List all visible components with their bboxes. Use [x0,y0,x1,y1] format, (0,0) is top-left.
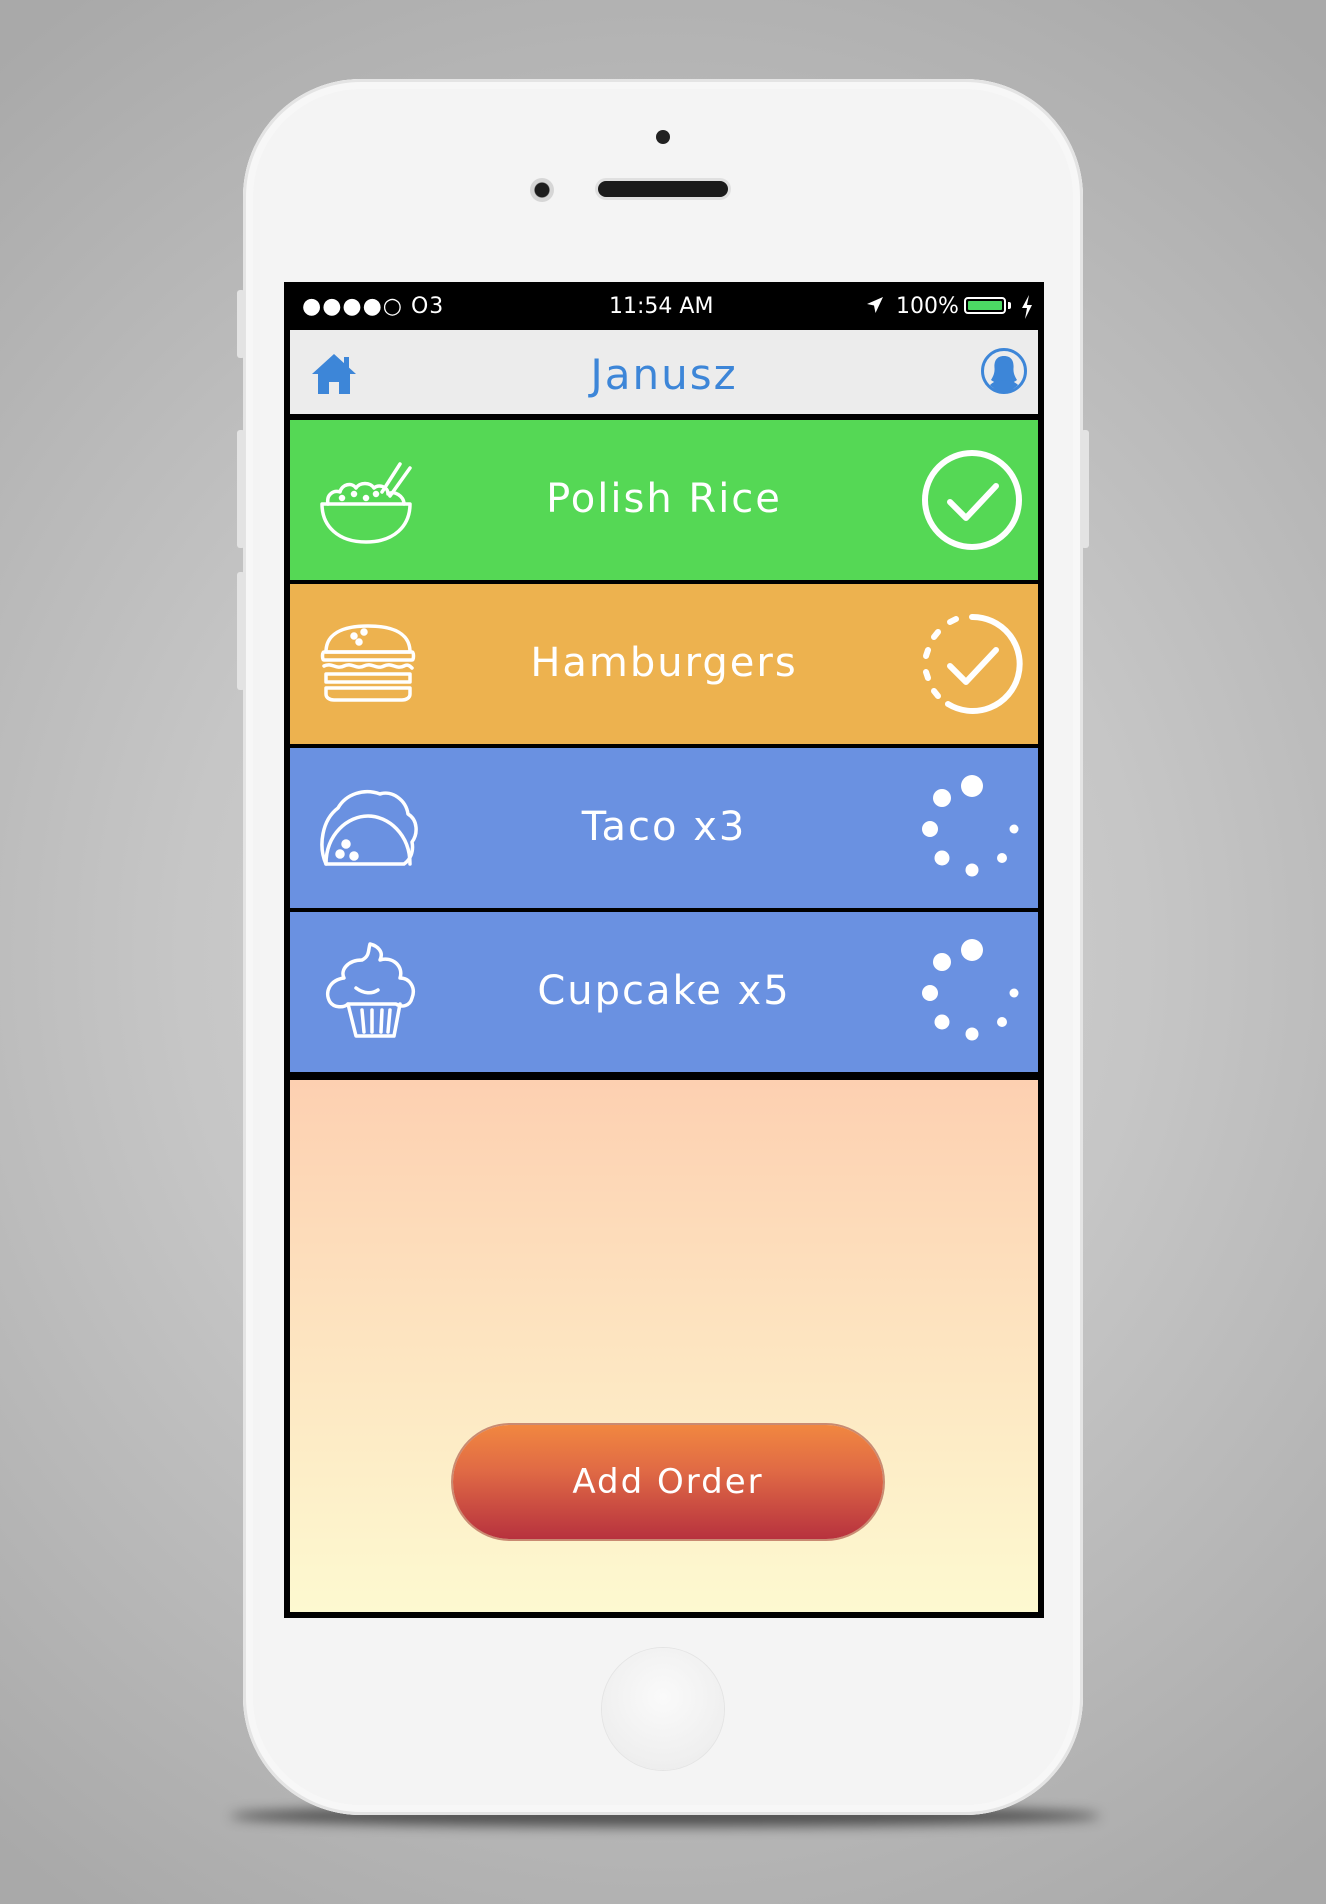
loading-spinner-icon [918,938,1026,1050]
carrier-signal: ●●●●○ O3 [302,294,445,319]
volume-up-button [237,430,245,548]
location-arrow-icon [864,294,886,322]
earpiece-speaker [598,181,728,197]
nav-bar: Janusz [290,330,1038,414]
page-title: Janusz [590,350,738,399]
order-row-cupcake[interactable]: Cupcake x5 [290,912,1038,1072]
order-row-polish-rice[interactable]: Polish Rice [290,420,1038,580]
profile-icon[interactable] [980,347,1028,399]
battery-percent: 100% [896,294,959,319]
mute-switch [237,290,245,358]
dashed-check-circle-icon [918,610,1026,722]
status-bar: ●●●●○ O3 11:54 AM 100% [284,282,1044,328]
proximity-sensor [656,130,670,144]
volume-down-button [237,572,245,690]
charging-bolt-icon [1020,294,1034,326]
order-row-hamburgers[interactable]: Hamburgers [290,584,1038,744]
content-background: Add Order [290,1080,1038,1612]
battery-icon [964,297,1006,314]
power-button [1081,430,1089,548]
add-order-button[interactable]: Add Order [453,1425,883,1539]
order-row-taco[interactable]: Taco x3 [290,748,1038,908]
front-camera [530,178,554,202]
home-button[interactable] [602,1648,724,1770]
screen: ●●●●○ O3 11:54 AM 100% Janusz Polish Ric… [284,282,1044,1618]
clock: 11:54 AM [609,294,714,319]
battery-tip [1008,302,1011,309]
loading-spinner-icon [918,774,1026,886]
check-circle-icon [918,446,1026,558]
